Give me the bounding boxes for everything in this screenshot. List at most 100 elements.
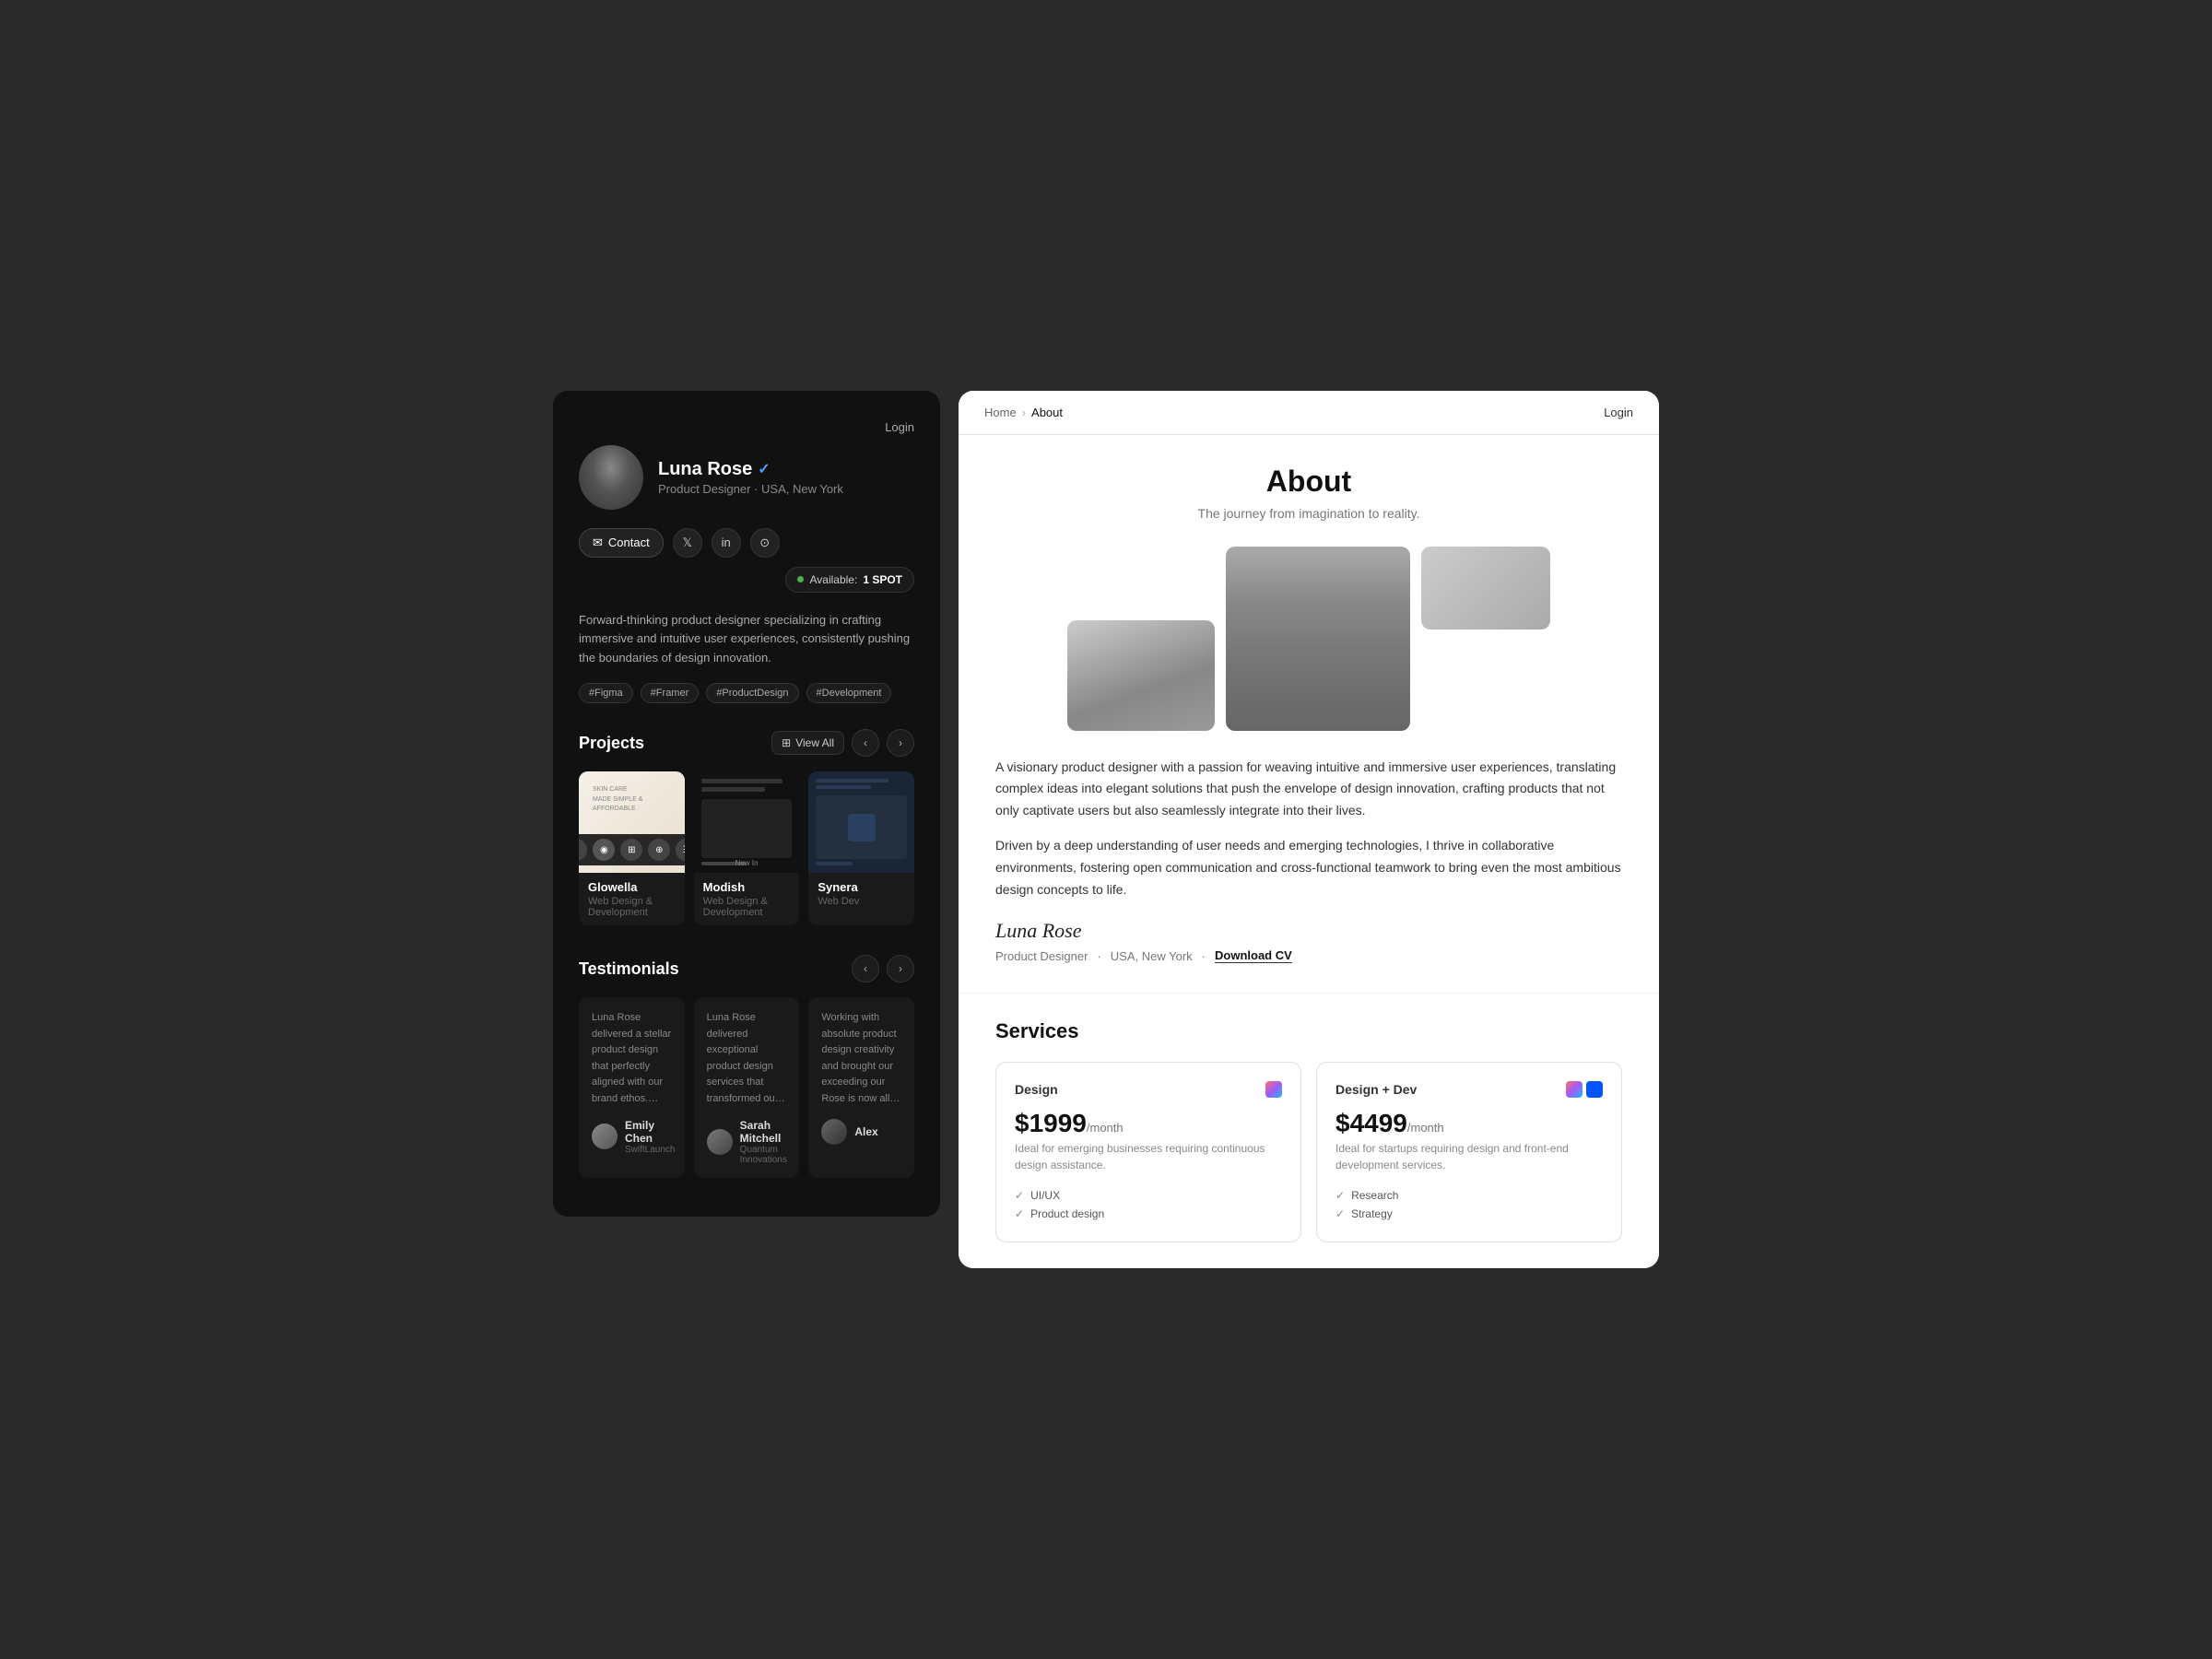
projects-section-header: Projects ⊞ View All ‹ › bbox=[579, 729, 914, 757]
bio-para-2: Driven by a deep understanding of user n… bbox=[995, 835, 1622, 900]
bio-para-1: A visionary product designer with a pass… bbox=[995, 757, 1622, 822]
service-card-design-dev: Design + Dev $4499/month Ideal for start… bbox=[1316, 1062, 1622, 1242]
check-icon: ✓ bbox=[1015, 1189, 1024, 1202]
nav-login-button[interactable]: Login bbox=[1604, 406, 1633, 419]
linkedin-icon: in bbox=[722, 535, 731, 549]
service-devdesign-price: $4499/month bbox=[1335, 1109, 1603, 1138]
profile-subtitle: Product Designer · USA, New York bbox=[658, 482, 843, 496]
projects-title: Projects bbox=[579, 734, 644, 753]
left-panel: Login Luna Rose ✓ Product Designer · USA… bbox=[553, 391, 940, 1217]
author-info-1: Sarah Mitchell Quantum Innovations bbox=[740, 1119, 787, 1165]
right-panel: Home › About Login About The journey fro… bbox=[959, 391, 1659, 1269]
service-devdesign-icons bbox=[1566, 1081, 1603, 1098]
availability-dot bbox=[797, 576, 804, 582]
right-nav: Home › About Login bbox=[959, 391, 1659, 435]
download-cv-link[interactable]: Download CV bbox=[1215, 948, 1292, 963]
about-title: About bbox=[995, 465, 1622, 499]
project-name-modish: Modish bbox=[703, 880, 791, 894]
contact-button[interactable]: ✉ Contact bbox=[579, 528, 664, 558]
breadcrumb-about: About bbox=[1031, 406, 1063, 419]
view-all-button[interactable]: ⊞ View All bbox=[771, 731, 844, 755]
feature-strategy: ✓ Strategy bbox=[1335, 1205, 1603, 1223]
check-icon-3: ✓ bbox=[1335, 1189, 1345, 1202]
projects-grid: SKIN CAREMADE SIMPLE &AFFORDABLE ⌂ ◉ ⊞ ⊕… bbox=[579, 771, 914, 925]
panels-container: Login Luna Rose ✓ Product Designer · USA… bbox=[553, 391, 1659, 1269]
tag-productdesign[interactable]: #ProductDesign bbox=[706, 683, 798, 703]
profile-header: Luna Rose ✓ Product Designer · USA, New … bbox=[579, 445, 914, 510]
service-card-design: Design $1999/month Ideal for emerging bu… bbox=[995, 1062, 1301, 1242]
projects-actions: ⊞ View All ‹ › bbox=[771, 729, 914, 757]
signature: Luna Rose bbox=[995, 919, 1622, 943]
twitter-button[interactable]: 𝕏 bbox=[673, 528, 702, 558]
nav-profile-icon: ◉ bbox=[593, 839, 615, 861]
camera-icon: ⊙ bbox=[759, 535, 770, 550]
breadcrumb-separator: › bbox=[1022, 406, 1026, 419]
project-card-modish[interactable]: New In Modish Web Design & Development bbox=[694, 771, 800, 925]
project-card-synera[interactable]: Synera Web Dev bbox=[808, 771, 914, 925]
service-design-header: Design bbox=[1015, 1081, 1282, 1098]
projects-next-button[interactable]: › bbox=[887, 729, 914, 757]
verified-icon: ✓ bbox=[758, 460, 770, 478]
testimonial-text-1: Luna Rose delivered exceptional product … bbox=[707, 1010, 787, 1108]
breadcrumb-home[interactable]: Home bbox=[984, 406, 1017, 419]
service-design-icons bbox=[1265, 1081, 1282, 1098]
testimonials-actions: ‹ › bbox=[852, 955, 914, 982]
author-name-0: Emily Chen bbox=[625, 1119, 675, 1145]
project-thumb-glowella: SKIN CAREMADE SIMPLE &AFFORDABLE ⌂ ◉ ⊞ ⊕… bbox=[579, 771, 685, 873]
testimonial-card-2: Working with absolute product design cre… bbox=[808, 997, 914, 1178]
author-name-2: Alex bbox=[854, 1125, 877, 1138]
tags-container: #Figma #Framer #ProductDesign #Developme… bbox=[579, 683, 914, 703]
testimonials-next-button[interactable]: › bbox=[887, 955, 914, 982]
author-info-0: Emily Chen SwiftLaunch bbox=[625, 1119, 675, 1155]
service-design-desc: Ideal for emerging businesses requiring … bbox=[1015, 1140, 1282, 1173]
grid-icon: ⊞ bbox=[782, 736, 791, 749]
nav-home-icon: ⌂ bbox=[579, 839, 587, 861]
signature-block: Luna Rose Product Designer · USA, New Yo… bbox=[995, 919, 1622, 963]
project-type-glowella: Web Design & Development bbox=[588, 896, 676, 918]
sig-title: Product Designer bbox=[995, 949, 1088, 963]
login-link-left[interactable]: Login bbox=[885, 420, 914, 434]
services-grid: Design $1999/month Ideal for emerging bu… bbox=[995, 1062, 1622, 1242]
testimonial-author-0: Emily Chen SwiftLaunch bbox=[592, 1119, 672, 1155]
service-design-name: Design bbox=[1015, 1082, 1058, 1097]
about-subtitle: The journey from imagination to reality. bbox=[995, 506, 1622, 521]
testimonial-card-1: Luna Rose delivered exceptional product … bbox=[694, 997, 800, 1178]
mail-icon: ✉ bbox=[593, 535, 603, 550]
project-type-modish: Web Design & Development bbox=[703, 896, 791, 918]
testimonials-grid: Luna Rose delivered a stellar product de… bbox=[579, 997, 914, 1178]
service-devdesign-desc: Ideal for startups requiring design and … bbox=[1335, 1140, 1603, 1173]
framer-icon bbox=[1586, 1081, 1603, 1098]
project-name-glowella: Glowella bbox=[588, 880, 676, 894]
testimonials-title: Testimonials bbox=[579, 959, 679, 979]
tag-figma[interactable]: #Figma bbox=[579, 683, 633, 703]
testimonial-text-2: Working with absolute product design cre… bbox=[821, 1010, 901, 1108]
testimonials-section: Testimonials ‹ › Luna Rose delivered a s… bbox=[579, 955, 914, 1178]
linkedin-button[interactable]: in bbox=[712, 528, 741, 558]
nav-cart-icon: ⊕ bbox=[648, 839, 670, 861]
profile-info: Luna Rose ✓ Product Designer · USA, New … bbox=[658, 459, 843, 496]
tag-framer[interactable]: #Framer bbox=[641, 683, 700, 703]
author-name-1: Sarah Mitchell bbox=[740, 1119, 787, 1145]
service-design-features: ✓ UI/UX ✓ Product design bbox=[1015, 1186, 1282, 1223]
profile-bio: Forward-thinking product designer specia… bbox=[579, 611, 914, 668]
project-info-synera: Synera Web Dev bbox=[808, 873, 914, 914]
feature-productdesign: ✓ Product design bbox=[1015, 1205, 1282, 1223]
testimonial-author-1: Sarah Mitchell Quantum Innovations bbox=[707, 1119, 787, 1165]
project-type-synera: Web Dev bbox=[818, 896, 905, 907]
project-info-glowella: Glowella Web Design & Development bbox=[579, 873, 685, 925]
author-avatar-2 bbox=[821, 1119, 847, 1145]
photo-right-col bbox=[1421, 547, 1550, 731]
breadcrumb: Home › About bbox=[984, 406, 1063, 419]
service-devdesign-features: ✓ Research ✓ Strategy bbox=[1335, 1186, 1603, 1223]
project-name-synera: Synera bbox=[818, 880, 905, 894]
project-card-glowella[interactable]: SKIN CAREMADE SIMPLE &AFFORDABLE ⌂ ◉ ⊞ ⊕… bbox=[579, 771, 685, 925]
feature-research: ✓ Research bbox=[1335, 1186, 1603, 1205]
testimonials-prev-button[interactable]: ‹ bbox=[852, 955, 879, 982]
tag-development[interactable]: #Development bbox=[806, 683, 892, 703]
figma-icon bbox=[1265, 1081, 1282, 1098]
nav-menu-icon: ☰ bbox=[676, 839, 684, 861]
camera-button[interactable]: ⊙ bbox=[750, 528, 780, 558]
projects-prev-button[interactable]: ‹ bbox=[852, 729, 879, 757]
check-icon-2: ✓ bbox=[1015, 1207, 1024, 1220]
testimonial-text-0: Luna Rose delivered a stellar product de… bbox=[592, 1010, 672, 1108]
